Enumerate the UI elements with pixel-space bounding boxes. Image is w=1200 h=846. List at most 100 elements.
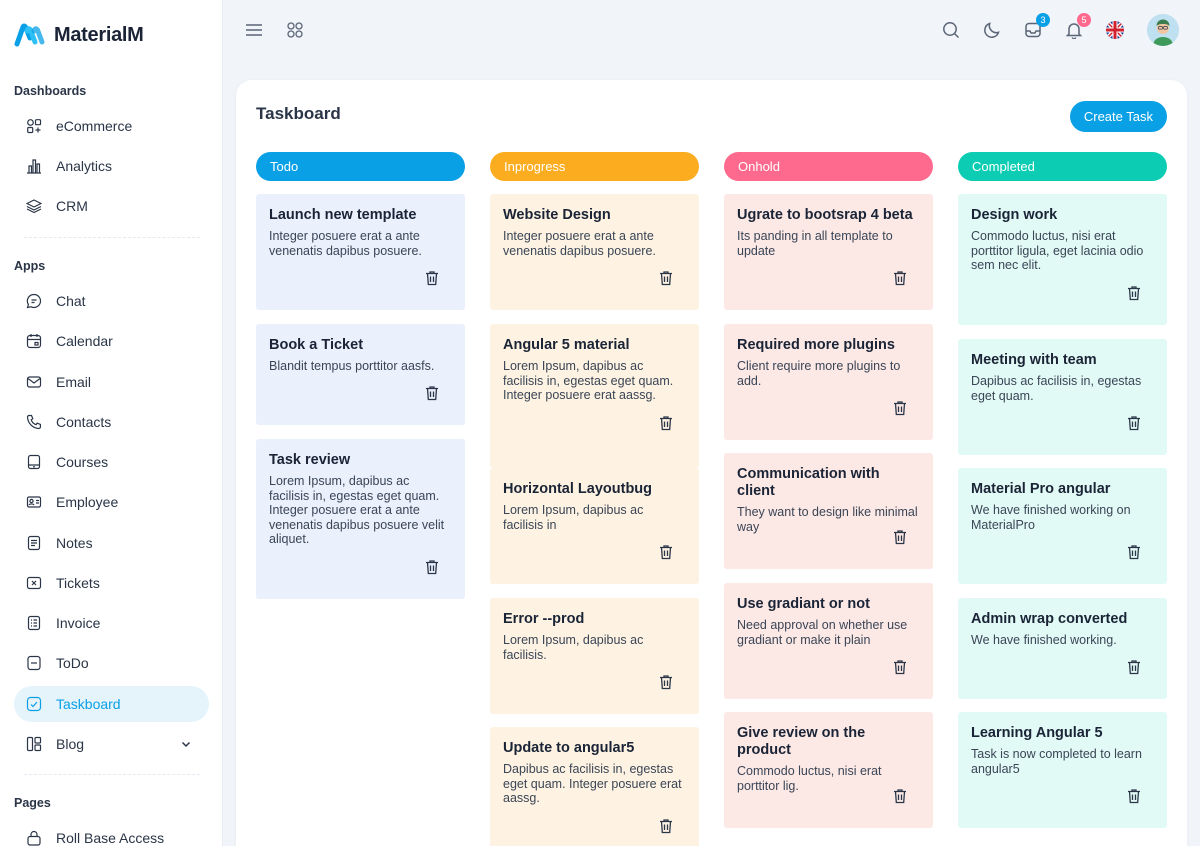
trash-icon[interactable] [659, 415, 673, 431]
trash-icon[interactable] [893, 270, 907, 286]
sidebar-item-calendar[interactable]: Calendar [14, 323, 209, 359]
sidebar-item-label: Taskboard [56, 696, 121, 712]
trash-icon[interactable] [659, 674, 673, 690]
sidebar-item-courses[interactable]: Courses [14, 444, 209, 480]
taskboard-icon [26, 696, 42, 712]
task-card[interactable]: Task review Lorem Ipsum, dapibus ac faci… [256, 439, 465, 599]
inbox-icon[interactable]: 3 [1022, 13, 1050, 41]
task-card[interactable]: Meeting with team Dapibus ac facilisis i… [958, 339, 1167, 455]
task-title: Required more plugins [737, 337, 895, 353]
trash-icon[interactable] [425, 559, 439, 575]
page-title: Taskboard [256, 104, 341, 123]
task-title: Use gradiant or not [737, 596, 870, 612]
column-onhold: Onhold Ugrate to bootsrap 4 beta Its pan… [724, 152, 933, 828]
task-description: Dapibus ac facilisis in, egestas eget qu… [503, 762, 682, 806]
task-card[interactable]: Angular 5 material Lorem Ipsum, dapibus … [490, 324, 699, 468]
sidebar-item-email[interactable]: Email [14, 364, 209, 400]
trash-icon[interactable] [659, 818, 673, 834]
sidebar-item-taskboard[interactable]: Taskboard [14, 686, 209, 722]
sidebar-item-crm[interactable]: CRM [14, 188, 209, 224]
task-title: Admin wrap converted [971, 611, 1128, 627]
task-title: Angular 5 material [503, 337, 630, 353]
task-card[interactable]: Use gradiant or not Need approval on whe… [724, 583, 933, 699]
mail-badge: 3 [1036, 13, 1050, 27]
bell-icon[interactable]: 5 [1063, 13, 1091, 41]
trash-icon[interactable] [1127, 285, 1141, 301]
trash-icon[interactable] [1127, 788, 1141, 804]
task-description: Client require more plugins to add. [737, 359, 901, 388]
sidebar-item-todo[interactable]: ToDo [14, 645, 209, 681]
task-card[interactable]: Website Design Integer posuere erat a an… [490, 194, 699, 310]
column-header: Completed [958, 152, 1167, 181]
sidebar-item-label: Contacts [56, 414, 112, 430]
task-description: Need approval on whether use gradiant or… [737, 618, 908, 647]
trash-icon[interactable] [425, 385, 439, 401]
phone-icon [26, 414, 42, 430]
sidebar-item-invoice[interactable]: Invoice [14, 605, 209, 641]
task-card[interactable]: Launch new template Integer posuere erat… [256, 194, 465, 310]
task-card[interactable]: Learning Angular 5 Task is now completed… [958, 712, 1167, 828]
trash-icon[interactable] [659, 270, 673, 286]
sidebar-item-roll-base-access[interactable]: Roll Base Access [14, 820, 209, 846]
trash-icon[interactable] [893, 529, 907, 545]
task-description: Integer posuere erat a ante venenatis da… [503, 229, 656, 258]
task-description: Lorem Ipsum, dapibus ac facilisis in, eg… [503, 359, 674, 403]
blog-icon [26, 736, 42, 752]
sidebar-item-contacts[interactable]: Contacts [14, 404, 209, 440]
sidebar-item-analytics[interactable]: Analytics [14, 148, 209, 184]
brand[interactable]: MaterialM [14, 22, 144, 48]
sidebar-item-blog[interactable]: Blog [14, 726, 209, 762]
trash-icon[interactable] [1127, 544, 1141, 560]
task-card[interactable]: Give review on the product Commodo luctu… [724, 712, 933, 828]
task-description: Dapibus ac facilisis in, egestas eget qu… [971, 374, 1142, 403]
trash-icon[interactable] [893, 400, 907, 416]
task-title: Design work [971, 207, 1058, 223]
sidebar-item-label: Email [56, 374, 92, 390]
task-card[interactable]: Design work Commodo luctus, nisi erat po… [958, 194, 1167, 325]
sidebar-item-tickets[interactable]: Tickets [14, 565, 209, 601]
task-card[interactable]: Material Pro angular We have finished wo… [958, 468, 1167, 584]
trash-icon[interactable] [893, 659, 907, 675]
menu-toggle-icon[interactable] [243, 19, 265, 41]
calendar-icon [26, 333, 42, 349]
sidebar-item-label: Chat [56, 293, 86, 309]
trash-icon[interactable] [893, 788, 907, 804]
apps-grid-icon[interactable] [284, 19, 306, 41]
sidebar-item-label: CRM [56, 198, 88, 214]
trash-icon[interactable] [659, 544, 673, 560]
mail-icon [26, 374, 42, 390]
sidebar-item-employee[interactable]: Employee [14, 484, 209, 520]
sidebar-item-label: Employee [56, 494, 119, 510]
create-task-button[interactable]: Create Task [1069, 101, 1167, 132]
task-card[interactable]: Horizontal Layoutbug Lorem Ipsum, dapibu… [490, 468, 699, 584]
task-description: Lorem Ipsum, dapibus ac facilisis in, eg… [269, 474, 445, 547]
id-card-icon [26, 494, 42, 510]
task-card[interactable]: Communication with client They want to d… [724, 453, 933, 569]
uk-flag-icon[interactable] [1104, 19, 1126, 41]
sidebar-item-notes[interactable]: Notes [14, 525, 209, 561]
tablet-icon [26, 454, 42, 470]
sidebar-item-label: ToDo [56, 655, 89, 671]
trash-icon[interactable] [1127, 415, 1141, 431]
task-card[interactable]: Ugrate to bootsrap 4 beta Its panding in… [724, 194, 933, 310]
column-header: Todo [256, 152, 465, 181]
task-card[interactable]: Admin wrap converted We have finished wo… [958, 598, 1167, 699]
task-card[interactable]: Required more plugins Client require mor… [724, 324, 933, 440]
task-title: Material Pro angular [971, 481, 1111, 497]
sidebar-item-ecommerce[interactable]: eCommerce [14, 108, 209, 144]
task-card[interactable]: Book a Ticket Blandit tempus porttitor a… [256, 324, 465, 425]
task-title: Horizontal Layoutbug [503, 481, 653, 497]
task-description: We have finished working on MaterialPro [971, 503, 1131, 532]
user-avatar[interactable] [1147, 14, 1179, 46]
trash-icon[interactable] [425, 270, 439, 286]
trash-icon[interactable] [1127, 659, 1141, 675]
section-pages: Pages [14, 796, 51, 810]
sidebar-item-chat[interactable]: Chat [14, 283, 209, 319]
sidebar-item-label: eCommerce [56, 118, 133, 134]
sidebar-item-label: Invoice [56, 615, 101, 631]
task-card[interactable]: Update to angular5 Dapibus ac facilisis … [490, 727, 699, 846]
search-icon[interactable] [940, 19, 962, 41]
chat-bubble-icon [26, 293, 42, 309]
moon-icon[interactable] [981, 19, 1003, 41]
task-card[interactable]: Error --prod Lorem Ipsum, dapibus ac fac… [490, 598, 699, 714]
